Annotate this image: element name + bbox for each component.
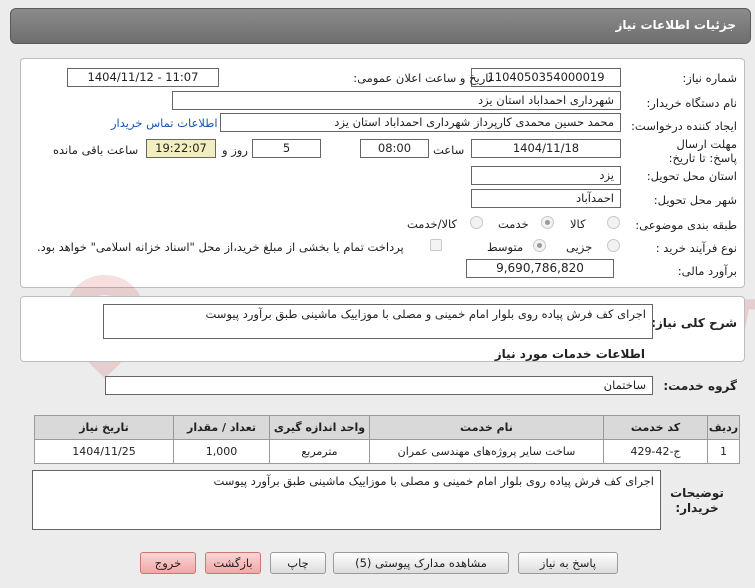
category-goods-radio[interactable] <box>607 216 620 229</box>
city-field: احمدآباد <box>471 189 621 208</box>
cell-qty: 1,000 <box>173 439 270 464</box>
creator-field: محمد حسین محمدی کارپرداز شهرداری احمدابا… <box>220 113 621 132</box>
buyer-notes-text: اجرای کف فرش پیاده روی بلوار امام خمینی … <box>213 474 654 488</box>
process-partial-label: جزیی <box>566 240 593 254</box>
deadline-time-field: 08:00 <box>360 139 429 158</box>
col-qty-header: تعداد / مقدار <box>173 415 270 440</box>
process-label: نوع فرآیند خرید : <box>655 241 737 255</box>
announce-label: تاریخ و ساعت اعلان عمومی: <box>353 71 492 85</box>
category-service-label: خدمت <box>498 217 529 231</box>
category-label: طبقه بندی موضوعی: <box>635 218 737 232</box>
col-code-header: کد خدمت <box>603 415 708 440</box>
cell-code: ج-42-429 <box>603 439 708 464</box>
budget-label: برآورد مالی: <box>677 264 737 278</box>
cell-date: 1404/11/25 <box>34 439 174 464</box>
treasury-payment-note: پرداخت تمام یا بخشی از مبلغ خرید،از محل … <box>37 240 404 254</box>
buyer-notes-textarea[interactable]: اجرای کف فرش پیاده روی بلوار امام خمینی … <box>32 470 661 530</box>
summary-label: شرح کلی نیاز: <box>651 316 737 330</box>
services-title: اطلاعات خدمات مورد نیاز <box>494 347 645 361</box>
process-partial-radio[interactable] <box>607 239 620 252</box>
creator-label: ایجاد کننده درخواست: <box>631 119 737 133</box>
col-unit-header: واحد اندازه گیری <box>269 415 370 440</box>
cell-name: ساخت سایر پروژه‌های مهندسی عمران <box>369 439 604 464</box>
reply-button[interactable]: پاسخ به نیاز <box>518 552 618 574</box>
deadline-date-field: 1404/11/18 <box>471 139 621 158</box>
process-medium-label: متوسط <box>487 240 524 254</box>
buyer-notes-label: توضیحات خریدار: <box>670 486 724 515</box>
service-group-label: گروه خدمت: <box>663 379 737 393</box>
province-label: استان محل تحویل: <box>646 169 737 183</box>
category-goods-label: کالا <box>570 217 586 231</box>
contact-buyer-link[interactable]: اطلاعات تماس خریدار <box>111 116 218 130</box>
announce-field: 1404/11/12 - 11:07 <box>67 68 219 87</box>
services-table: ردیف کد خدمت نام خدمت واحد اندازه گیری ت… <box>34 415 740 464</box>
city-label: شهر محل تحویل: <box>653 193 737 207</box>
page-header: جزئیات اطلاعات نیاز <box>10 8 751 44</box>
remaining-label: ساعت باقی مانده <box>53 143 139 157</box>
col-date-header: تاریخ نیاز <box>34 415 174 440</box>
need-number-label: شماره نیاز: <box>682 71 737 85</box>
exit-button[interactable]: خروج <box>140 552 196 574</box>
category-goods-service-label: کالا/خدمت <box>407 217 458 231</box>
days-field: 5 <box>252 139 321 158</box>
summary-textarea[interactable]: اجرای کف فرش پیاده روی بلوار امام خمینی … <box>103 304 653 339</box>
col-row-header: ردیف <box>707 415 740 440</box>
page-title: جزئیات اطلاعات نیاز <box>615 18 736 32</box>
back-button[interactable]: بازگشت <box>205 552 261 574</box>
category-service-radio[interactable] <box>541 216 554 229</box>
remaining-time-field: 19:22:07 <box>146 139 216 158</box>
attachments-button[interactable]: مشاهده مدارک پیوستی (5) <box>333 552 509 574</box>
category-goods-service-radio[interactable] <box>470 216 483 229</box>
cell-unit: مترمربع <box>269 439 370 464</box>
budget-field: 9,690,786,820 <box>466 259 614 278</box>
treasury-payment-checkbox[interactable] <box>430 239 442 251</box>
print-button[interactable]: چاپ <box>270 552 326 574</box>
days-label: روز و <box>222 143 248 157</box>
buyer-org-label: نام دستگاه خریدار: <box>646 96 737 110</box>
summary-text: اجرای کف فرش پیاده روی بلوار امام خمینی … <box>205 307 646 321</box>
deadline-label: مهلت ارسال پاسخ: تا تاریخ: <box>668 137 737 165</box>
process-medium-radio[interactable] <box>533 239 546 252</box>
service-group-field: ساختمان <box>105 376 653 395</box>
province-field: یزد <box>471 166 621 185</box>
table-row: 1 ج-42-429 ساخت سایر پروژه‌های مهندسی عم… <box>34 439 740 464</box>
buyer-org-field: شهرداری احمداباد استان یزد <box>172 91 621 110</box>
cell-row: 1 <box>707 439 740 464</box>
col-name-header: نام خدمت <box>369 415 604 440</box>
need-number-field: 1104050354000019 <box>471 68 621 87</box>
deadline-time-label: ساعت <box>433 143 465 157</box>
table-header-row: ردیف کد خدمت نام خدمت واحد اندازه گیری ت… <box>34 415 740 440</box>
